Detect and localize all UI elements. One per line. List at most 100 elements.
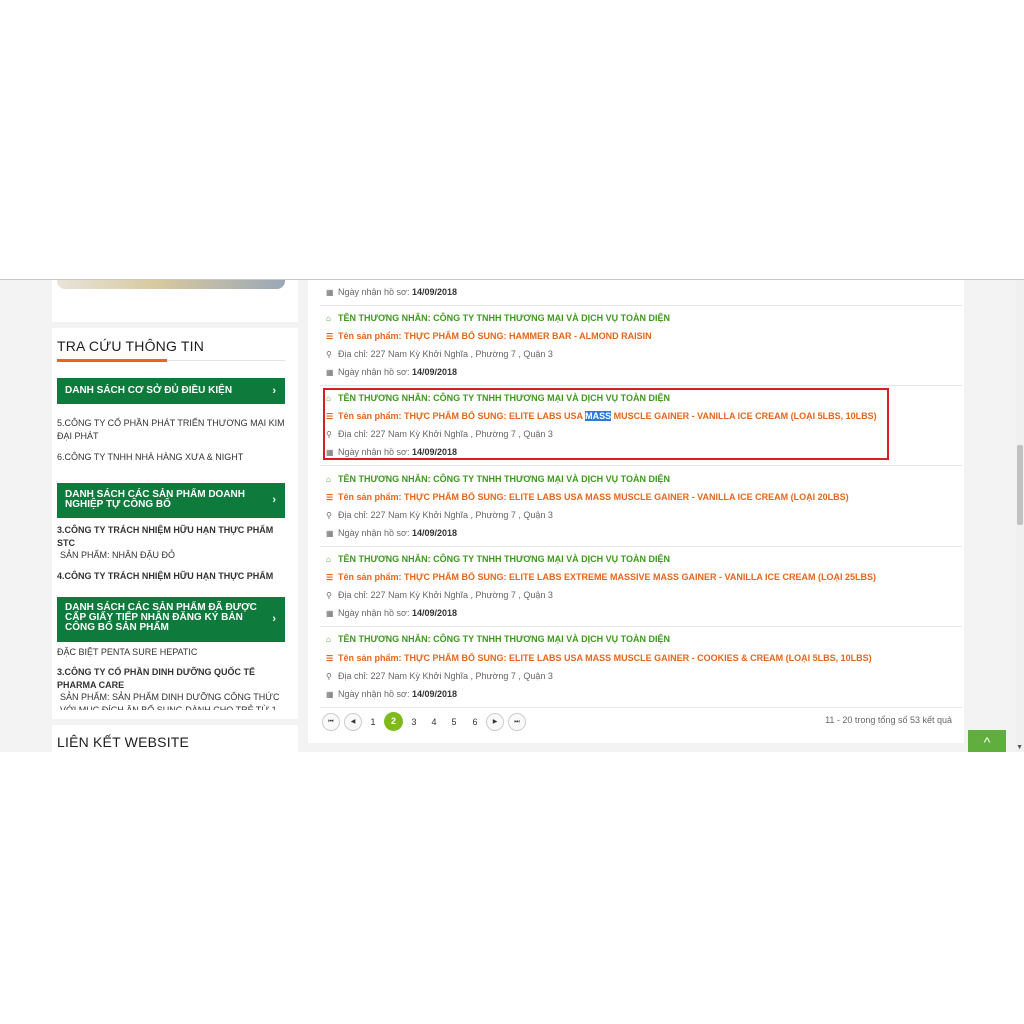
page-link[interactable]: 6 <box>467 713 483 731</box>
date-label: Ngày nhận hồ sơ: <box>338 528 410 538</box>
page-link[interactable]: 5 <box>446 713 462 731</box>
registered-item-tail: ĐẶC BIỆT PENTA SURE HEPATIC <box>57 647 198 657</box>
address-text: Địa chỉ: 227 Nam Kỳ Khởi Nghĩa , Phường … <box>338 510 553 520</box>
merchant-name[interactable]: ⌂ TÊN THƯƠNG NHÂN: CÔNG TY TNHH THƯƠNG MẠ… <box>326 633 670 646</box>
merchant-text: TÊN THƯƠNG NHÂN: CÔNG TY TNHH THƯƠNG MẠI… <box>338 634 670 644</box>
address-text: Địa chỉ: 227 Nam Kỳ Khởi Nghĩa , Phường … <box>338 349 553 359</box>
list-icon: ☰ <box>326 573 334 582</box>
links-section-title: LIÊN KẾT WEBSITE <box>57 734 190 750</box>
product-text: Tên sản phẩm: THỰC PHẨM BỔ SUNG: ELITE L… <box>338 653 872 663</box>
results-panel: ▦ Ngày nhận hồ sơ: 14/09/2018 ⌂ TÊN THƯƠNG… <box>308 280 964 743</box>
calendar-icon: ▦ <box>326 529 334 538</box>
home-icon: ⌂ <box>326 475 331 484</box>
calendar-icon: ▦ <box>326 690 334 699</box>
highlight-annotation-box <box>323 388 889 460</box>
self-declared-item[interactable]: 3.CÔNG TY TRÁCH NHIỆM HỮU HẠN THỰC PHẨM … <box>57 524 285 550</box>
map-pin-icon: ⚲ <box>326 672 332 681</box>
browser-viewport: TRA CỨU THÔNG TIN DANH SÁCH CƠ SỞ ĐỦ ĐIỀ… <box>0 279 1024 752</box>
page-link[interactable]: 4 <box>426 713 442 731</box>
vertical-scrollbar[interactable]: ▼ <box>1016 280 1024 752</box>
sidebar: TRA CỨU THÔNG TIN DANH SÁCH CƠ SỞ ĐỦ ĐIỀ… <box>52 280 298 752</box>
date-value: 14/09/2018 <box>411 367 458 377</box>
date-value: 14/09/2018 <box>411 689 458 699</box>
next-page-button[interactable]: ▶ <box>486 713 504 731</box>
facilities-list-button[interactable]: DANH SÁCH CƠ SỞ ĐỦ ĐIỀU KIỆN › <box>57 378 285 404</box>
self-declared-item[interactable]: 4.CÔNG TY TRÁCH NHIỆM HỮU HẠN THỰC PHẨM <box>57 570 285 583</box>
product-name[interactable]: ☰ Tên sản phẩm: THỰC PHẨM BỔ SUNG: ELITE … <box>326 491 849 504</box>
row-divider <box>320 707 962 708</box>
sidebar-divider <box>52 719 298 725</box>
merchant-text: TÊN THƯƠNG NHÂN: CÔNG TY TNHH THƯƠNG MẠI… <box>338 313 670 323</box>
registered-products-button[interactable]: DANH SÁCH CÁC SẢN PHẨM ĐÃ ĐƯỢC CẤP GIẤY … <box>57 597 285 642</box>
map-pin-icon: ⚲ <box>326 350 332 359</box>
map-pin-icon: ⚲ <box>326 591 332 600</box>
received-date: ▦ Ngày nhận hồ sơ: 14/09/2018 <box>326 527 457 540</box>
last-page-button[interactable]: ⏭ <box>508 713 526 731</box>
registered-item-product: SẢN PHẨM: SẢN PHẨM DINH DƯỠNG CÔNG THỨC … <box>60 692 280 710</box>
merchant-text: TÊN THƯƠNG NHÂN: CÔNG TY TNHH THƯƠNG MẠI… <box>338 554 670 564</box>
self-declared-item-product: SẢN PHẨM: NHÂN ĐẬU ĐỎ <box>60 550 176 560</box>
date-label: Ngày nhận hồ sơ: <box>338 367 410 377</box>
top-date: ▦ Ngày nhận hồ sơ: 14/09/2018 <box>326 286 457 299</box>
address: ⚲ Địa chỉ: 227 Nam Kỳ Khởi Nghĩa , Phường… <box>326 348 553 361</box>
first-page-button[interactable]: ⏮ <box>322 713 340 731</box>
sidebar-banner-image <box>57 280 285 289</box>
received-date: ▦ Ngày nhận hồ sơ: 14/09/2018 <box>326 688 457 701</box>
date-label: Ngày nhận hồ sơ: <box>338 287 410 297</box>
list-icon: ☰ <box>326 332 334 341</box>
row-divider <box>320 305 962 306</box>
self-declared-products-button[interactable]: DANH SÁCH CÁC SẢN PHẨM DOANH NGHIỆP TỰ C… <box>57 483 285 518</box>
calendar-icon: ▦ <box>326 368 334 377</box>
page-link-current[interactable]: 2 <box>384 712 403 731</box>
back-to-top-button[interactable]: ^ <box>968 730 1006 752</box>
home-icon: ⌂ <box>326 555 331 564</box>
home-icon: ⌂ <box>326 314 331 323</box>
map-pin-icon: ⚲ <box>326 511 332 520</box>
page-link[interactable]: 3 <box>406 713 422 731</box>
registered-products-label: DANH SÁCH CÁC SẢN PHẨM ĐÃ ĐƯỢC CẤP GIẤY … <box>65 602 257 633</box>
address-text: Địa chỉ: 227 Nam Kỳ Khởi Nghĩa , Phường … <box>338 671 553 681</box>
merchant-name[interactable]: ⌂ TÊN THƯƠNG NHÂN: CÔNG TY TNHH THƯƠNG MẠ… <box>326 312 670 325</box>
date-value: 14/09/2018 <box>411 287 458 297</box>
merchant-name[interactable]: ⌂ TÊN THƯƠNG NHÂN: CÔNG TY TNHH THƯƠNG MẠ… <box>326 473 670 486</box>
self-declared-products-label: DANH SÁCH CÁC SẢN PHẨM DOANH NGHIỆP TỰ C… <box>65 489 245 510</box>
address: ⚲ Địa chỉ: 227 Nam Kỳ Khởi Nghĩa , Phường… <box>326 670 553 683</box>
chevron-right-icon: › <box>272 494 276 506</box>
list-icon: ☰ <box>326 654 334 663</box>
address: ⚲ Địa chỉ: 227 Nam Kỳ Khởi Nghĩa , Phường… <box>326 509 553 522</box>
calendar-icon: ▦ <box>326 288 334 297</box>
product-name[interactable]: ☰ Tên sản phẩm: THỰC PHẨM BỔ SUNG: ELITE … <box>326 571 876 584</box>
date-label: Ngày nhận hồ sơ: <box>338 689 410 699</box>
date-label: Ngày nhận hồ sơ: <box>338 608 410 618</box>
facility-item[interactable]: 6.CÔNG TY TNHH NHÀ HÀNG XƯA & NIGHT <box>57 451 285 464</box>
section-title-rule <box>167 360 285 361</box>
scroll-down-arrow-icon[interactable]: ▼ <box>1016 744 1023 752</box>
sidebar-section-title: TRA CỨU THÔNG TIN <box>57 338 205 354</box>
prev-page-button[interactable]: ◀ <box>344 713 362 731</box>
address-text: Địa chỉ: 227 Nam Kỳ Khởi Nghĩa , Phường … <box>338 590 553 600</box>
home-icon: ⌂ <box>326 635 331 644</box>
chevron-right-icon: › <box>272 613 276 625</box>
chevron-up-icon: ^ <box>983 734 991 750</box>
product-name[interactable]: ☰ Tên sản phẩm: THỰC PHẨM BỔ SUNG: HAMMER… <box>326 330 652 343</box>
page-link[interactable]: 1 <box>365 713 381 731</box>
product-name[interactable]: ☰ Tên sản phẩm: THỰC PHẨM BỔ SUNG: ELITE … <box>326 652 872 665</box>
pagination-summary: 11 - 20 trong tổng số 53 kết quả <box>825 715 952 725</box>
received-date: ▦ Ngày nhận hồ sơ: 14/09/2018 <box>326 607 457 620</box>
registered-item[interactable]: 3.CÔNG TY CỔ PHẦN DINH DƯỠNG QUỐC TẾ PHA… <box>57 666 285 692</box>
address: ⚲ Địa chỉ: 227 Nam Kỳ Khởi Nghĩa , Phường… <box>326 589 553 602</box>
row-divider <box>320 465 962 466</box>
sidebar-divider <box>52 322 298 328</box>
list-icon: ☰ <box>326 493 334 502</box>
date-value: 14/09/2018 <box>411 528 458 538</box>
received-date: ▦ Ngày nhận hồ sơ: 14/09/2018 <box>326 366 457 379</box>
calendar-icon: ▦ <box>326 609 334 618</box>
product-text: Tên sản phẩm: THỰC PHẨM BỔ SUNG: ELITE L… <box>338 492 849 502</box>
section-title-underline <box>57 359 167 362</box>
merchant-name[interactable]: ⌂ TÊN THƯƠNG NHÂN: CÔNG TY TNHH THƯƠNG MẠ… <box>326 553 670 566</box>
scrollbar-thumb[interactable] <box>1017 445 1023 525</box>
row-divider <box>320 546 962 547</box>
merchant-text: TÊN THƯƠNG NHÂN: CÔNG TY TNHH THƯƠNG MẠI… <box>338 474 670 484</box>
product-text: Tên sản phẩm: THỰC PHẨM BỔ SUNG: ELITE L… <box>338 572 876 582</box>
facility-item[interactable]: 5.CÔNG TY CỔ PHẦN PHÁT TRIỂN THƯƠNG MẠI … <box>57 417 285 443</box>
